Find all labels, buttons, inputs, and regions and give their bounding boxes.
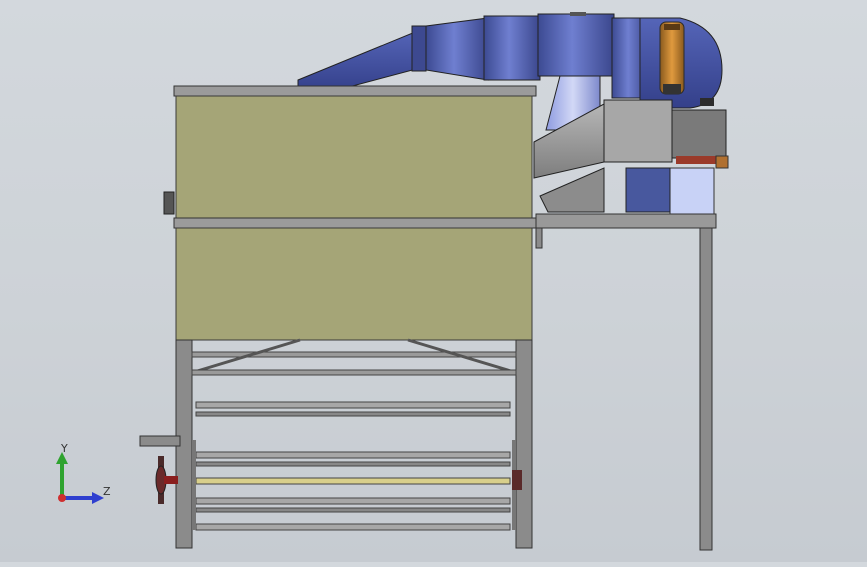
upper-panel (163, 85, 537, 229)
z-axis-label: Z (103, 485, 111, 498)
right-bearing (512, 470, 522, 490)
machine-drawing (139, 12, 729, 551)
y-axis-label: Y (61, 442, 68, 455)
support-table (535, 213, 717, 551)
inlet-duct (297, 15, 541, 93)
main-frame (175, 338, 533, 549)
lower-panel (175, 227, 533, 341)
motor (659, 21, 685, 95)
orientation-triad[interactable]: Y Z (50, 440, 120, 510)
cad-viewport[interactable]: Y Z (0, 0, 867, 562)
handwheel-assembly (139, 435, 181, 504)
motor-base-box (669, 167, 715, 215)
x-axis-dot (58, 494, 66, 502)
